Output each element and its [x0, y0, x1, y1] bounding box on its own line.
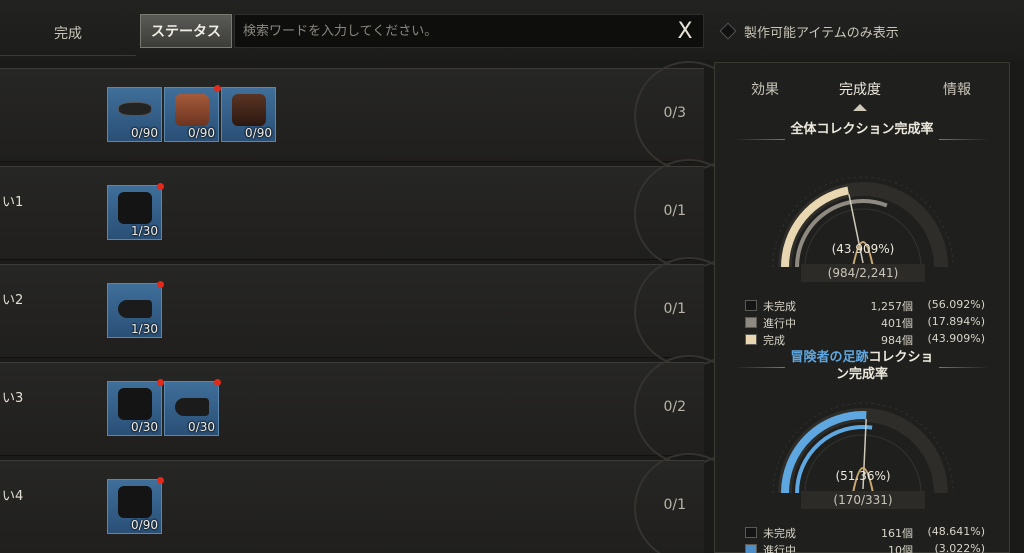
collection-item-slot[interactable]: 0/90 [221, 87, 276, 142]
adventurer-title-highlight: 冒険者の足跡 [790, 350, 869, 365]
tab-complete[interactable]: 完成 [0, 10, 136, 56]
new-indicator-icon [157, 477, 164, 484]
adventurer-completion-gauge [772, 402, 954, 494]
adventurer-fraction: (170/331) [801, 491, 925, 509]
craftable-only-toggle[interactable]: 製作可能アイテムのみ表示 [719, 18, 899, 44]
item-quantity: 0/90 [131, 126, 158, 140]
legend-name: 進行中 [763, 544, 796, 553]
adventurer-legend: 未完成 161個 (48.641%) 進行中 10個 (3.022%) [745, 524, 985, 553]
shoes-item-icon [118, 300, 152, 318]
new-indicator-icon [157, 183, 164, 190]
collection-row[interactable]: い1 0/1 1/30 [0, 159, 744, 269]
ornament-left [735, 367, 785, 368]
legend-name: 未完成 [763, 527, 796, 540]
pants-item-icon [118, 192, 152, 224]
row-label: い1 [2, 195, 24, 210]
search-input[interactable] [234, 14, 704, 48]
row-count: 0/1 [663, 497, 686, 513]
clear-search-icon[interactable]: X [670, 16, 700, 46]
item-quantity: 0/90 [245, 126, 272, 140]
legend-row: 進行中 10個 (3.022%) [745, 541, 985, 553]
legend-percent: (48.641%) [927, 525, 985, 538]
legend-count: 401個 [881, 317, 913, 330]
circlet-item-icon [118, 102, 152, 116]
collection-item-slot[interactable]: 0/90 [107, 477, 164, 534]
collection-item-slot[interactable]: 0/90 [107, 87, 162, 142]
pants-item-icon [118, 388, 152, 420]
legend-swatch [745, 544, 757, 553]
tab-effect[interactable]: 効果 [751, 79, 779, 99]
panel-tabs: 効果 完成度 情報 [715, 63, 1009, 113]
tab-progress[interactable]: 完成度 [839, 79, 881, 99]
legend-name: 進行中 [763, 317, 796, 330]
jacket-item-icon [175, 94, 209, 126]
legend-swatch [745, 317, 757, 328]
legend-row: 進行中 401個 (17.894%) [745, 314, 985, 331]
legend-count: 161個 [881, 527, 913, 540]
legend-row: 未完成 1,257個 (56.092%) [745, 297, 985, 314]
row-count: 0/3 [663, 105, 686, 121]
status-button[interactable]: ステータス [140, 14, 232, 48]
item-quantity: 1/30 [131, 322, 158, 336]
item-quantity: 1/30 [131, 224, 158, 238]
active-tab-indicator-icon [853, 103, 867, 111]
new-indicator-icon [214, 85, 221, 92]
row-count: 0/1 [663, 301, 686, 317]
overall-fraction: (984/2,241) [801, 264, 925, 282]
legend-count: 10個 [888, 544, 913, 553]
collection-item-slot[interactable]: 1/30 [107, 281, 164, 338]
collection-item-slot[interactable]: 0/90 [164, 85, 221, 142]
new-indicator-icon [157, 281, 164, 288]
adventurer-percent-label: (51.36%) [835, 469, 891, 483]
tab-info[interactable]: 情報 [943, 79, 971, 99]
shoes-item-icon [175, 398, 209, 416]
overall-legend: 未完成 1,257個 (56.092%) 進行中 401個 (17.894%) 完成 984個… [745, 297, 985, 348]
collection-item-slot[interactable]: 1/30 [107, 183, 164, 240]
legend-count: 1,257個 [870, 300, 914, 313]
item-quantity: 0/90 [131, 518, 158, 532]
collection-row[interactable]: い2 0/1 1/30 [0, 257, 744, 367]
collection-item-slot[interactable]: 0/30 [107, 379, 164, 436]
overall-section-title: 全体コレクション完成率 [790, 122, 934, 137]
ornament-left [735, 139, 785, 140]
new-indicator-icon [157, 379, 164, 386]
collection-row[interactable]: い3 0/2 0/30 0/30 [0, 355, 744, 465]
legend-percent: (56.092%) [927, 298, 985, 311]
item-quantity: 0/30 [188, 420, 215, 434]
legend-swatch [745, 527, 757, 538]
bag-item-icon [232, 94, 266, 126]
legend-swatch [745, 334, 757, 345]
item-quantity: 0/90 [188, 126, 215, 140]
overall-percent-label: (43.909%) [831, 242, 895, 256]
collection-row[interactable]: い4 0/1 0/90 [0, 453, 744, 553]
collection-row[interactable]: 0/3 0/90 0/90 0/90 [0, 61, 744, 171]
checkbox-diamond-icon[interactable] [719, 22, 737, 40]
adventurer-section-title: 冒険者の足跡コレクション完成率 [785, 349, 939, 383]
legend-count: 984個 [881, 334, 913, 347]
row-label: い2 [2, 293, 24, 308]
overall-completion-gauge [772, 176, 954, 268]
top-bar: 完成 ステータス X 製作可能アイテムのみ表示 [0, 0, 1024, 60]
ornament-right [939, 367, 989, 368]
new-indicator-icon [214, 379, 221, 386]
legend-row: 完成 984個 (43.909%) [745, 331, 985, 348]
legend-row: 未完成 161個 (48.641%) [745, 524, 985, 541]
collection-item-slot[interactable]: 0/30 [164, 379, 221, 436]
ornament-right [939, 139, 989, 140]
legend-percent: (17.894%) [927, 315, 985, 328]
legend-percent: (43.909%) [927, 332, 985, 345]
gauge-inner-ring [804, 208, 922, 268]
row-label: い4 [2, 489, 24, 504]
legend-swatch [745, 300, 757, 311]
row-count: 0/2 [663, 399, 686, 415]
legend-percent: (3.022%) [934, 542, 985, 553]
item-quantity: 0/30 [131, 420, 158, 434]
row-count: 0/1 [663, 203, 686, 219]
row-label: い3 [2, 391, 24, 406]
pants-item-icon [118, 486, 152, 518]
legend-name: 未完成 [763, 300, 796, 313]
legend-name: 完成 [763, 334, 785, 347]
craftable-only-label: 製作可能アイテムのみ表示 [744, 25, 899, 41]
completion-panel: 効果 完成度 情報 全体コレクション完成率 (43.909%) (984/2,2… [714, 62, 1010, 553]
